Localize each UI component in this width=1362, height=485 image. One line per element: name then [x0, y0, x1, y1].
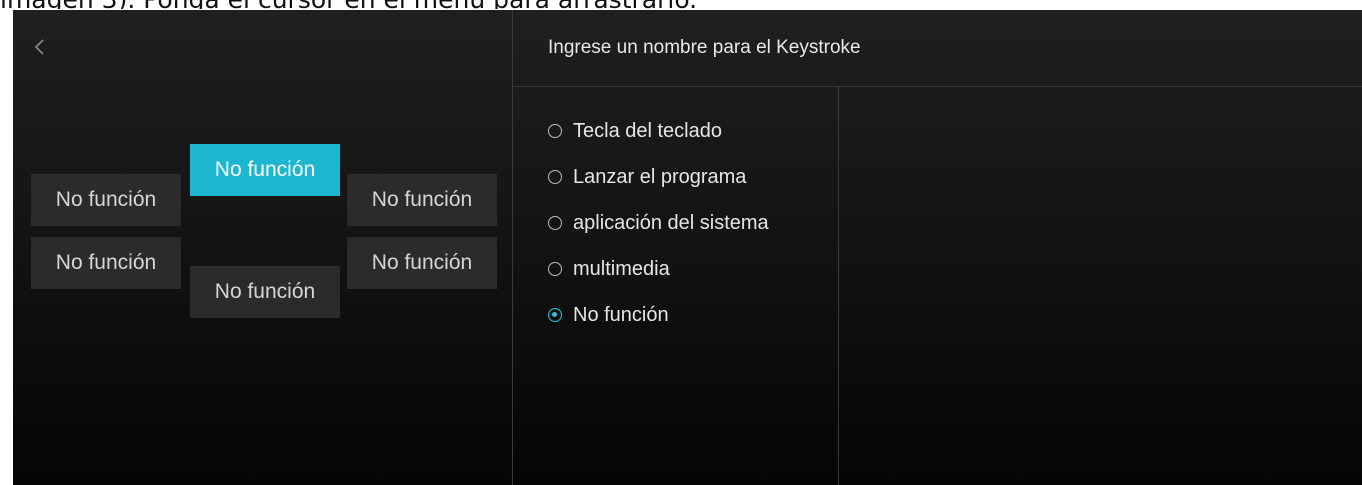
radio-unchecked-icon[interactable]: [548, 216, 562, 230]
radio-unchecked-icon[interactable]: [548, 124, 562, 138]
header-divider: [513, 86, 1362, 87]
chevron-left-icon[interactable]: [31, 36, 49, 58]
key-button-upper-left[interactable]: No función: [31, 174, 181, 226]
keystroke-settings-window: No función No función No función No func…: [13, 10, 1362, 485]
option-system-application[interactable]: aplicación del sistema: [548, 200, 769, 246]
option-label: Tecla del teclado: [573, 119, 722, 142]
option-launch-program[interactable]: Lanzar el programa: [548, 154, 769, 200]
option-label: aplicación del sistema: [573, 211, 769, 234]
option-no-function[interactable]: No función: [548, 292, 769, 338]
option-label: No función: [573, 303, 669, 326]
document-caption: imagen 3). Ponga el cursor en el menú pa…: [0, 0, 1362, 9]
option-label: multimedia: [573, 257, 670, 280]
options-divider-vertical: [838, 87, 839, 485]
key-button-top[interactable]: No función: [190, 144, 340, 196]
key-button-lower-right[interactable]: No función: [347, 237, 497, 289]
option-multimedia[interactable]: multimedia: [548, 246, 769, 292]
option-keyboard-key[interactable]: Tecla del teclado: [548, 108, 769, 154]
option-label: Lanzar el programa: [573, 165, 747, 188]
panel-divider-vertical: [512, 10, 513, 485]
key-button-bottom[interactable]: No función: [190, 266, 340, 318]
key-button-lower-left[interactable]: No función: [31, 237, 181, 289]
keystroke-name-title: Ingrese un nombre para el Keystroke: [548, 37, 861, 58]
radio-unchecked-icon[interactable]: [548, 170, 562, 184]
key-button-upper-right[interactable]: No función: [347, 174, 497, 226]
radio-unchecked-icon[interactable]: [548, 262, 562, 276]
function-options-list: Tecla del teclado Lanzar el programa apl…: [548, 108, 769, 338]
radio-checked-icon[interactable]: [548, 308, 562, 322]
